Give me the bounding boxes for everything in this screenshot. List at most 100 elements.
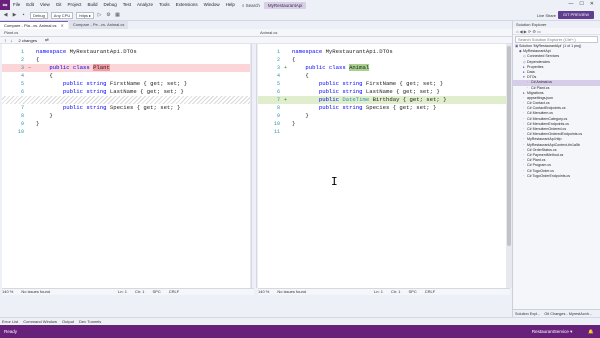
tab-compare-plant-animal[interactable]: Compare - Pla...vs. Animal.cs ✕ <box>0 21 68 29</box>
code-text: { <box>292 72 308 80</box>
code-line[interactable]: 3 + public class Animal <box>258 64 506 72</box>
code-line[interactable]: 6 public string LastName { get; set; } <box>258 88 506 96</box>
maximize-icon[interactable]: ☐ <box>579 1 583 7</box>
ready-status: Ready <box>4 329 18 334</box>
code-line[interactable]: 1 namespace MyRestaurantApi.DTOs <box>2 48 250 56</box>
left-code-pane[interactable]: 1 namespace MyRestaurantApi.DTOs 2{3− publ… <box>2 44 250 288</box>
code-line[interactable]: 8 } <box>2 112 250 120</box>
code-line[interactable]: 6 public string LastName { get; set; } <box>2 88 250 96</box>
menu-analyze[interactable]: Analyze <box>134 0 156 10</box>
menu-file[interactable]: File <box>10 0 23 10</box>
menu-test[interactable]: Test <box>120 0 134 10</box>
platform-select[interactable]: Any CPU <box>50 11 74 19</box>
search-box[interactable]: ⌕ Search <box>242 3 260 8</box>
code-line[interactable] <box>2 96 250 104</box>
settings-icon[interactable]: ⚙ <box>105 12 112 19</box>
back-icon[interactable]: ◀ <box>2 12 9 19</box>
close-tab-icon[interactable]: ✕ <box>60 23 63 28</box>
solution-search-input[interactable]: Search Solution Explorer (Ctrl+;) <box>515 36 598 43</box>
tree-item[interactable]: · C# TogoOrderEndpoints.cs <box>513 174 600 179</box>
diff-marker: − <box>28 65 32 71</box>
code-line[interactable]: 1 namespace MyRestaurantApi.DTOs <box>258 48 506 56</box>
layout-icon[interactable]: ▦ <box>114 12 121 19</box>
menu-project[interactable]: Project <box>64 0 84 10</box>
menu-help[interactable]: Help <box>223 0 238 10</box>
minimize-icon[interactable]: — <box>568 1 573 7</box>
tree-item-label: C# MenuitemEndpoints.cs <box>527 121 569 126</box>
tree-item-label: C# Program.cs <box>527 163 551 168</box>
code-line[interactable]: 9} <box>2 120 250 128</box>
left-file-name: Plant.cs <box>4 30 19 35</box>
menu-edit[interactable]: Edit <box>23 0 37 10</box>
forward-icon[interactable]: ▶ <box>11 12 18 19</box>
notification-bell-icon[interactable]: 🔔 <box>588 325 594 338</box>
line-number: 4 <box>276 73 280 79</box>
code-token: DateTime <box>342 96 373 103</box>
configuration-select[interactable]: Debug <box>30 11 48 19</box>
tab-label: Compare - Pla...vs. Animal.cs <box>4 23 57 28</box>
code-token: Species { get; set; } <box>365 104 437 111</box>
pane-divider[interactable] <box>251 44 257 288</box>
menu-build[interactable]: Build <box>85 0 101 10</box>
menu-view[interactable]: View <box>37 0 53 10</box>
save-icon[interactable]: ▪ <box>20 12 27 19</box>
code-line[interactable]: 9 } <box>258 112 506 120</box>
code-token: public <box>292 96 343 103</box>
code-token: Birthday { get; set; } <box>372 96 447 103</box>
code-token: LastName { get; set; } <box>109 88 184 95</box>
code-line[interactable]: 7 public string Species { get; set; } <box>2 104 250 112</box>
live-share-button[interactable]: Live Share <box>537 12 556 19</box>
document-tabs: Compare - Pla...vs. Animal.cs ✕ Compare -… <box>0 21 512 29</box>
code-token: } <box>292 112 309 119</box>
right-code-pane[interactable]: 1 namespace MyRestaurantApi.DTOs 2{3 + publ… <box>258 44 506 288</box>
line-number: 2 <box>20 57 24 63</box>
solution-explorer-title: Solution Explorer <box>513 21 600 28</box>
code-line[interactable]: 5 public string FirstName { get; set; } <box>2 80 250 88</box>
code-token: FirstName { get; set; } <box>365 80 444 87</box>
menu-items: File Edit View Git Project Build Debug Test Anal… <box>10 0 238 10</box>
code-line[interactable]: 4 { <box>258 72 506 80</box>
code-text: { <box>36 56 39 64</box>
close-icon[interactable]: ✕ <box>590 1 594 7</box>
code-line[interactable]: 10} <box>258 120 506 128</box>
next-change-icon[interactable]: ↓ <box>10 38 12 43</box>
code-token: } <box>36 120 40 127</box>
code-line[interactable]: 2{ <box>2 56 250 64</box>
menu-bar: ∞ File Edit View Git Project Build Debug Test An… <box>0 0 600 10</box>
play-icon[interactable]: ▷ <box>96 12 103 19</box>
code-line[interactable]: 10 <box>2 128 250 136</box>
code-line[interactable]: 7 + public DateTime Birthday { get; set; … <box>258 96 506 104</box>
line-number: 1 <box>276 49 280 55</box>
code-line[interactable]: 11 <box>258 128 506 136</box>
tab-label: Compare - Pe...vs. Animal.cs <box>72 22 125 27</box>
branch-selector[interactable]: RestaurantService ▾ <box>532 325 573 338</box>
code-line[interactable]: 2{ <box>258 56 506 64</box>
code-line[interactable]: 3− public class Plant <box>2 64 250 72</box>
tree-item-label: Properties <box>527 64 544 69</box>
menu-extensions[interactable]: Extensions <box>173 0 201 10</box>
tree-item-label: DTOs <box>527 75 537 80</box>
code-token: namespace <box>36 48 70 55</box>
code-line[interactable]: 4 { <box>2 72 250 80</box>
menu-debug[interactable]: Debug <box>101 0 120 10</box>
code-text: public string Species { get; set; } <box>36 104 181 112</box>
code-token: namespace <box>292 48 326 55</box>
menu-git[interactable]: Git <box>53 0 65 10</box>
code-line[interactable]: 8 public string Species { get; set; } <box>258 104 506 112</box>
code-token: Plant <box>93 64 110 71</box>
line-number: 5 <box>276 81 280 87</box>
previous-change-icon[interactable]: ↑ <box>4 38 6 43</box>
code-line[interactable]: 5 public string FirstName { get; set; } <box>258 80 506 88</box>
tab-compare-person-animal[interactable]: Compare - Pe...vs. Animal.cs <box>68 21 129 29</box>
tool-window-tabs: Error List Command Window Output Dev Tun… <box>0 317 600 325</box>
git-preview-button[interactable]: GIT PREVIEW <box>557 11 594 19</box>
menu-tools[interactable]: Tools <box>156 0 173 10</box>
code-text: public string Species { get; set; } <box>292 104 437 112</box>
visual-studio-logo-icon: ∞ <box>0 0 10 10</box>
run-profile-button[interactable]: https ▸ <box>76 11 95 19</box>
diff-options-icon[interactable]: ⇄ <box>45 37 49 43</box>
tree-item-label: Dependencies <box>527 59 550 64</box>
menu-window[interactable]: Window <box>201 0 223 10</box>
scroll-thumb[interactable] <box>507 46 511 246</box>
left-editor-status: 140 % No issues found Ln: 1 Ch: 1 SPC CR… <box>2 288 254 295</box>
